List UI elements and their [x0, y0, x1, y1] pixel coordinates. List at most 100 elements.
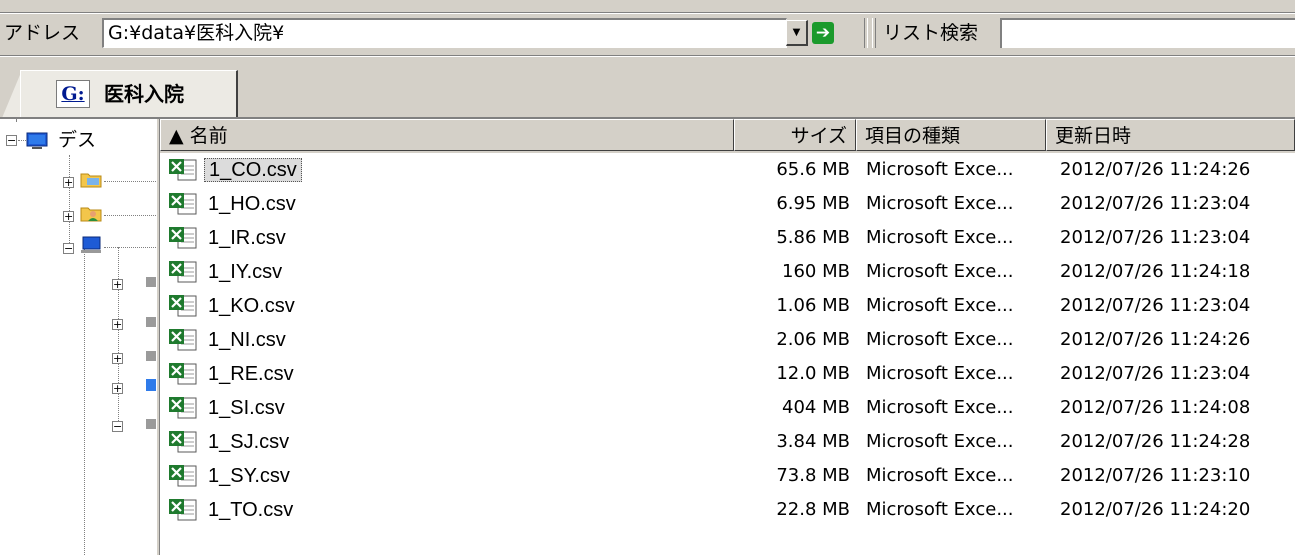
- file-modified: 2012/07/26 11:24:18: [1060, 261, 1251, 282]
- file-type: Microsoft Exce...: [866, 397, 1014, 418]
- excel-file-icon: [169, 329, 197, 351]
- excel-file-icon: [169, 227, 197, 249]
- file-size: 6.95 MB: [776, 193, 850, 214]
- tab-label: 医科入院: [104, 82, 184, 106]
- go-button[interactable]: ➔: [812, 22, 834, 44]
- file-type: Microsoft Exce...: [866, 465, 1014, 486]
- file-size: 1.06 MB: [776, 295, 850, 316]
- file-size: 5.86 MB: [776, 227, 850, 248]
- expand-icon[interactable]: +: [112, 353, 123, 364]
- file-size: 73.8 MB: [776, 465, 850, 486]
- file-modified: 2012/07/26 11:23:04: [1060, 363, 1251, 384]
- file-name[interactable]: 1_NI.csv: [204, 328, 290, 352]
- collapse-icon[interactable]: −: [112, 421, 123, 432]
- file-modified: 2012/07/26 11:24:26: [1060, 329, 1251, 350]
- search-input[interactable]: [1000, 18, 1295, 48]
- file-type: Microsoft Exce...: [866, 295, 1014, 316]
- divider: [0, 13, 1295, 14]
- table-row[interactable]: 1_TO.csv 22.8 MB Microsoft Exce... 2012/07/…: [160, 493, 1295, 527]
- column-header-size[interactable]: サイズ: [734, 119, 856, 151]
- table-row[interactable]: 1_SJ.csv 3.84 MB Microsoft Exce... 2012/07/…: [160, 425, 1295, 459]
- expand-icon[interactable]: +: [112, 279, 123, 290]
- drive-icon: [146, 277, 156, 287]
- file-name[interactable]: 1_SJ.csv: [204, 430, 293, 454]
- file-type: Microsoft Exce...: [866, 261, 1014, 282]
- drive-icon: [146, 419, 156, 429]
- collapse-icon[interactable]: −: [63, 243, 74, 254]
- file-type: Microsoft Exce...: [866, 431, 1014, 452]
- network-folder-icon: [80, 173, 102, 188]
- column-header-type[interactable]: 項目の種類: [856, 119, 1046, 151]
- table-row[interactable]: 1_KO.csv 1.06 MB Microsoft Exce... 2012/07/…: [160, 289, 1295, 323]
- excel-file-icon: [169, 261, 197, 283]
- folder-tree[interactable]: − デス + + − + + + + −: [0, 119, 156, 555]
- table-row[interactable]: 1_HO.csv 6.95 MB Microsoft Exce... 2012/07/…: [160, 187, 1295, 221]
- file-name[interactable]: 1_IR.csv: [204, 226, 290, 250]
- toolbar-grip[interactable]: [864, 18, 868, 48]
- address-dropdown-button[interactable]: ▼: [786, 20, 808, 46]
- search-label: リスト検索: [883, 22, 979, 44]
- column-header-modified[interactable]: 更新日時: [1046, 119, 1295, 151]
- file-name[interactable]: 1_TO.csv: [204, 498, 297, 522]
- file-modified: 2012/07/26 11:24:20: [1060, 499, 1251, 520]
- file-size: 65.6 MB: [776, 159, 850, 180]
- file-name[interactable]: 1_IY.csv: [204, 260, 286, 284]
- excel-file-icon: [169, 363, 197, 385]
- tab-edge: [2, 70, 22, 118]
- excel-file-icon: [169, 465, 197, 487]
- file-name[interactable]: 1_SI.csv: [204, 396, 289, 420]
- drive-icon: G:: [56, 80, 90, 108]
- table-row[interactable]: 1_RE.csv 12.0 MB Microsoft Exce... 2012/07/…: [160, 357, 1295, 391]
- file-name[interactable]: 1_HO.csv: [204, 192, 300, 216]
- file-name[interactable]: 1_RE.csv: [204, 362, 298, 386]
- file-type: Microsoft Exce...: [866, 363, 1014, 384]
- file-type: Microsoft Exce...: [866, 329, 1014, 350]
- tree-item-desktop-label[interactable]: デス: [58, 129, 96, 151]
- excel-file-icon: [169, 193, 197, 215]
- file-type: Microsoft Exce...: [866, 227, 1014, 248]
- tree-guide: [84, 249, 85, 555]
- expand-icon[interactable]: +: [112, 319, 123, 330]
- drive-icon: [146, 351, 156, 361]
- address-input[interactable]: G:¥data¥医科入院¥: [102, 18, 787, 48]
- tree-guide: [104, 247, 156, 248]
- table-row[interactable]: 1_SI.csv 404 MB Microsoft Exce... 2012/07/2…: [160, 391, 1295, 425]
- file-name[interactable]: 1_CO.csv: [204, 158, 302, 182]
- file-name[interactable]: 1_KO.csv: [204, 294, 299, 318]
- collapse-icon[interactable]: −: [6, 135, 17, 146]
- drive-icon: [146, 317, 156, 327]
- table-row[interactable]: 1_IR.csv 5.86 MB Microsoft Exce... 2012/07/…: [160, 221, 1295, 255]
- chevron-down-icon: ▼: [792, 27, 801, 38]
- tree-guide: [118, 247, 119, 427]
- file-size: 404 MB: [782, 397, 850, 418]
- expand-icon[interactable]: +: [63, 211, 74, 222]
- file-modified: 2012/07/26 11:24:28: [1060, 431, 1251, 452]
- computer-icon: [81, 236, 101, 253]
- excel-file-icon: [169, 159, 197, 181]
- column-header-name[interactable]: ▲ 名前: [160, 119, 734, 151]
- address-label: アドレス: [4, 22, 81, 44]
- expand-icon[interactable]: +: [63, 177, 74, 188]
- table-row[interactable]: 1_IY.csv 160 MB Microsoft Exce... 2012/07/2…: [160, 255, 1295, 289]
- table-row[interactable]: 1_CO.csv 65.6 MB Microsoft Exce... 2012/07/…: [160, 153, 1295, 187]
- expand-icon[interactable]: +: [112, 383, 123, 394]
- file-modified: 2012/07/26 11:24:26: [1060, 159, 1251, 180]
- file-modified: 2012/07/26 11:23:10: [1060, 465, 1251, 486]
- user-folder-icon: [80, 207, 102, 222]
- file-type: Microsoft Exce...: [866, 193, 1014, 214]
- file-list[interactable]: ▲ 名前 サイズ 項目の種類 更新日時 1_CO.csv 65.6 MB Micro…: [160, 119, 1295, 555]
- file-modified: 2012/07/26 11:24:08: [1060, 397, 1251, 418]
- tree-guide: [104, 215, 156, 216]
- arrow-right-icon: ➔: [815, 23, 831, 43]
- table-row[interactable]: 1_SY.csv 73.8 MB Microsoft Exce... 2012/07/…: [160, 459, 1295, 493]
- tree-guide: [16, 119, 17, 121]
- toolbar-grip[interactable]: [872, 18, 876, 48]
- file-modified: 2012/07/26 11:23:04: [1060, 295, 1251, 316]
- file-name[interactable]: 1_SY.csv: [204, 464, 294, 488]
- list-header: ▲ 名前 サイズ 項目の種類 更新日時: [160, 119, 1295, 153]
- drive-icon: [146, 379, 156, 391]
- file-size: 12.0 MB: [776, 363, 850, 384]
- file-modified: 2012/07/26 11:23:04: [1060, 227, 1251, 248]
- table-row[interactable]: 1_NI.csv 2.06 MB Microsoft Exce... 2012/07/…: [160, 323, 1295, 357]
- desktop-icon: [26, 132, 48, 149]
